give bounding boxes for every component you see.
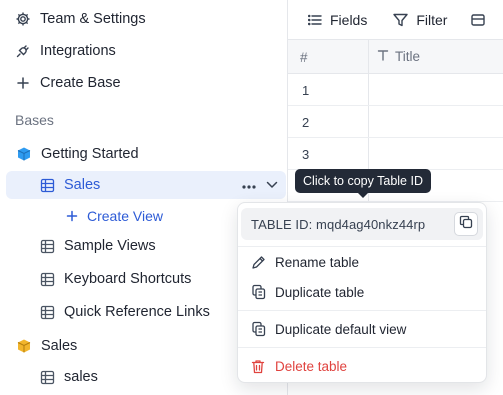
table-id-row[interactable]: TABLE ID: mqd4ag40nkz44rp: [241, 208, 483, 240]
copy-table-id-tooltip: Click to copy Table ID: [295, 169, 431, 193]
row-number: 1: [302, 83, 310, 98]
bases-section-label: Bases: [15, 112, 54, 128]
copy-icon: [459, 215, 473, 234]
duplicate-icon: [249, 320, 267, 338]
table-label: Quick Reference Links: [64, 304, 210, 320]
menu-item-label: Duplicate default view: [275, 321, 407, 337]
sidebar-item-create-base[interactable]: Create Base: [14, 70, 121, 96]
duplicate-icon: [249, 283, 267, 301]
menu-divider: [238, 246, 486, 247]
duplicate-default-view-item[interactable]: Duplicate default view: [238, 315, 486, 343]
sidebar-item-integrations[interactable]: Integrations: [14, 38, 116, 64]
gear-icon: [14, 10, 32, 28]
tooltip-arrow: [357, 192, 369, 198]
menu-item-label: Rename table: [275, 254, 360, 270]
base-label: Getting Started: [41, 146, 139, 162]
table-row-actions: [242, 171, 278, 199]
table-icon: [38, 237, 56, 255]
group-button[interactable]: [471, 13, 493, 27]
title-header-label: Title: [395, 49, 421, 64]
rename-table-item[interactable]: Rename table: [238, 248, 486, 276]
plus-icon: [63, 207, 81, 225]
plug-icon: [14, 42, 32, 60]
sidebar-item-label: Team & Settings: [40, 11, 146, 27]
filter-icon: [393, 13, 409, 27]
sidebar-table-keyboard-shortcuts[interactable]: Keyboard Shortcuts: [38, 266, 191, 292]
base-sales[interactable]: Sales: [15, 333, 77, 359]
sidebar-table-sales-lower[interactable]: sales: [38, 364, 98, 390]
table-row[interactable]: [288, 74, 503, 106]
fields-button[interactable]: Fields: [308, 12, 367, 28]
duplicate-table-item[interactable]: Duplicate table: [238, 278, 486, 306]
trash-icon: [249, 357, 267, 375]
table-icon: [38, 270, 56, 288]
row-number: 3: [302, 147, 310, 162]
pencil-icon: [249, 253, 267, 271]
base-icon: [15, 145, 33, 163]
menu-divider: [238, 310, 486, 311]
menu-divider: [238, 347, 486, 348]
table-icon: [38, 303, 56, 321]
table-label: Sales: [64, 177, 101, 193]
group-icon: [471, 13, 486, 27]
table-label: Sample Views: [64, 238, 156, 254]
filter-button[interactable]: Filter: [393, 12, 447, 28]
copy-table-id-button[interactable]: [454, 212, 478, 236]
sidebar-table-sample-views[interactable]: Sample Views: [38, 233, 156, 259]
base-label: Sales: [41, 338, 78, 354]
chevron-down-icon[interactable]: [266, 176, 278, 194]
title-column-header[interactable]: Title: [377, 49, 420, 64]
filter-label: Filter: [416, 11, 448, 28]
view-toolbar: Fields Filter: [288, 0, 503, 40]
table-label: Keyboard Shortcuts: [64, 271, 192, 287]
base-icon: [15, 337, 33, 355]
menu-item-label: Duplicate table: [275, 284, 365, 300]
table-context-menu: TABLE ID: mqd4ag40nkz44rp Rename table D…: [237, 202, 487, 383]
table-icon: [38, 368, 56, 386]
sidebar-item-label: Integrations: [40, 43, 116, 59]
row-number: 2: [302, 115, 310, 130]
base-getting-started[interactable]: Getting Started: [15, 141, 139, 167]
more-options-icon[interactable]: [242, 176, 256, 194]
table-icon: [38, 176, 56, 194]
create-view-link[interactable]: Create View: [63, 203, 163, 229]
row-number-header: #: [300, 50, 308, 65]
sidebar-table-quick-reference-links[interactable]: Quick Reference Links: [38, 299, 210, 325]
menu-item-label: Delete table: [275, 358, 348, 374]
create-view-label: Create View: [87, 208, 164, 224]
plus-icon: [14, 74, 32, 92]
fields-list-icon: [308, 14, 322, 26]
table-label: sales: [64, 369, 98, 385]
table-row[interactable]: [288, 138, 503, 170]
delete-table-item[interactable]: Delete table: [238, 352, 486, 380]
table-row[interactable]: [288, 106, 503, 138]
sidebar-item-label: Create Base: [40, 75, 121, 91]
sidebar-item-team-settings[interactable]: Team & Settings: [14, 6, 146, 32]
sidebar-table-sales-active[interactable]: Sales: [6, 171, 286, 199]
table-row-content: Sales: [38, 172, 100, 198]
table-id-text: TABLE ID: mqd4ag40nkz44rp: [251, 217, 426, 232]
text-field-icon: [377, 49, 389, 64]
fields-label: Fields: [330, 11, 368, 28]
